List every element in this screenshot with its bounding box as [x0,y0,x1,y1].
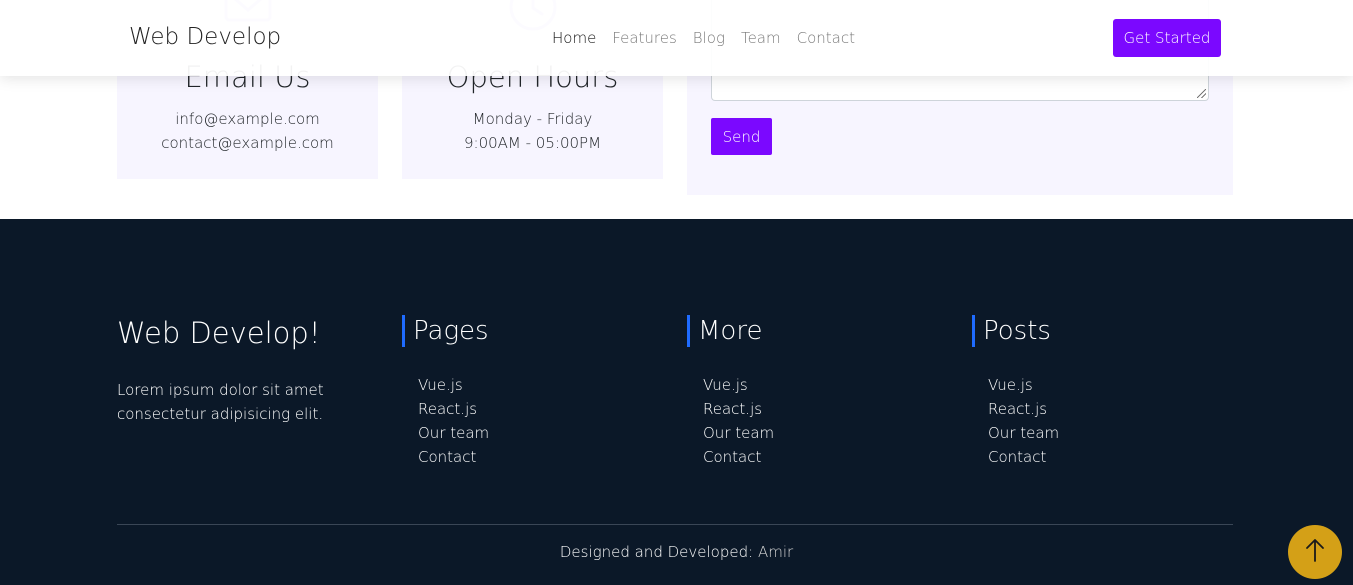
credit-author-link[interactable]: Amir [758,543,793,561]
get-started-button[interactable]: Get Started [1113,19,1221,57]
footer-link-reactjs[interactable]: React.js [418,397,489,421]
footer-link-our-team[interactable]: Our team [703,421,774,445]
send-button[interactable]: Send [711,118,772,155]
footer-link-vuejs[interactable]: Vue.js [418,373,489,397]
footer-link-reactjs[interactable]: React.js [988,397,1059,421]
nav-link-team[interactable]: Team [741,29,781,47]
footer-column-posts: Posts Vue.js React.js Our team Contact [972,315,1059,469]
footer-column-more: More Vue.js React.js Our team Contact [687,315,774,469]
footer-link-list: Vue.js React.js Our team Contact [402,373,489,469]
footer-credit: Designed and Developed: Amir [0,543,1353,561]
footer-link-our-team[interactable]: Our team [418,421,489,445]
hours-days: Monday - Friday [472,110,593,128]
footer-link-contact[interactable]: Contact [988,445,1059,469]
footer-link-vuejs[interactable]: Vue.js [988,373,1059,397]
footer-link-our-team[interactable]: Our team [988,421,1059,445]
back-to-top-button[interactable] [1288,525,1342,579]
footer-column-title: Posts [972,315,1059,347]
footer-link-list: Vue.js React.js Our team Contact [972,373,1059,469]
footer-link-contact[interactable]: Contact [418,445,489,469]
footer-column-pages: Pages Vue.js React.js Our team Contact [402,315,489,469]
nav-menu: Home Features Blog Team Contact [552,29,855,47]
nav-link-features[interactable]: Features [612,29,677,47]
footer-link-vuejs[interactable]: Vue.js [703,373,774,397]
arrow-up-icon [1304,537,1326,567]
footer-column-title: More [687,315,774,347]
footer-brand-title: Web Develop! [117,316,321,350]
email-secondary: contact@example.com [161,134,334,152]
footer-column-title: Pages [402,315,489,347]
footer-brand-text: Lorem ipsum dolor sit amet consectetur a… [117,381,324,423]
footer-link-contact[interactable]: Contact [703,445,774,469]
credit-prefix: Designed and Developed: [559,543,754,561]
hours-time: 9:00AM - 05:00PM [463,134,602,152]
nav-link-home[interactable]: Home [552,29,596,47]
nav-link-blog[interactable]: Blog [693,29,725,47]
email-primary: info@example.com [175,110,320,128]
footer: Web Develop! Lorem ipsum dolor sit amet … [0,219,1353,585]
footer-divider [117,524,1233,525]
footer-link-list: Vue.js React.js Our team Contact [687,373,774,469]
footer-link-reactjs[interactable]: React.js [703,397,774,421]
nav-link-contact[interactable]: Contact [797,29,855,47]
navbar: Web Develop Home Features Blog Team Cont… [0,0,1353,76]
resize-handle[interactable] [1197,89,1206,98]
brand-logo[interactable]: Web Develop [129,24,281,50]
